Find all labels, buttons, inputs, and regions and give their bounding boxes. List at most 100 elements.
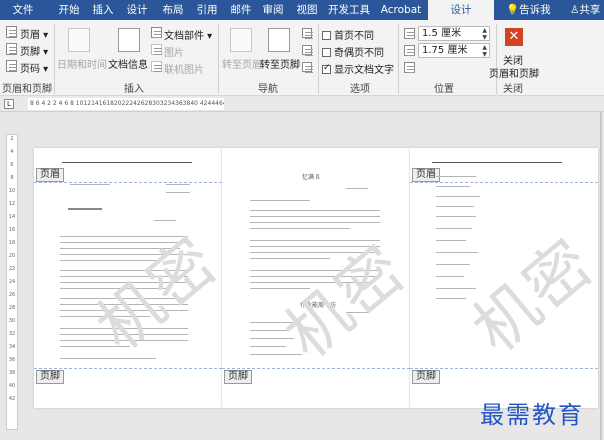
- text-line: [166, 184, 190, 185]
- tab-acrobat[interactable]: Acrobat: [378, 0, 424, 20]
- page-number-button-label: 页码: [20, 64, 40, 75]
- show-document-text-option[interactable]: 显示文档文字: [322, 61, 394, 76]
- tab-layout[interactable]: 布局: [158, 0, 188, 20]
- ruler-row: L 8 6 4 2 2 4 6 8 1012141618202224262830…: [0, 96, 604, 112]
- vertical-ruler-mark: 24: [8, 279, 16, 285]
- tab-insert[interactable]: 插入: [88, 0, 118, 20]
- share-button[interactable]: ♙共享: [570, 0, 600, 20]
- group-label-close: 关闭: [503, 84, 523, 95]
- text-line: [166, 192, 190, 193]
- page-number-button[interactable]: 页码 ▾: [20, 60, 48, 75]
- tab-review[interactable]: 审阅: [258, 0, 288, 20]
- different-first-page-option[interactable]: 首页不同: [322, 27, 374, 42]
- header-position-value: 1.5 厘米: [422, 28, 462, 39]
- document-parts-button[interactable]: 文档部件 ▾: [164, 27, 212, 42]
- footer-tag: 页脚: [224, 370, 252, 384]
- tell-me-search[interactable]: 💡告诉我: [506, 0, 551, 20]
- spinner-arrows-icon[interactable]: ▲ ▼: [482, 44, 487, 58]
- text-line: [346, 188, 368, 189]
- ribbon-tab-bar: 文件 开始 插入 设计 布局 引用 邮件 审阅 视图 开发工具 Acrobat …: [0, 0, 604, 20]
- header-tag: 页眉: [36, 168, 64, 182]
- vertical-ruler-mark: 42: [8, 396, 16, 402]
- header-rule: [432, 162, 562, 163]
- vertical-ruler-mark: 16: [8, 227, 16, 233]
- different-odd-even-label: 奇偶页不同: [334, 48, 384, 59]
- tab-references[interactable]: 引用: [192, 0, 222, 20]
- text-line: [436, 186, 470, 187]
- vertical-ruler-mark: 26: [8, 292, 16, 298]
- tab-developer[interactable]: 开发工具: [326, 0, 372, 20]
- footer-position-field[interactable]: 1.75 厘米 ▲ ▼: [418, 43, 490, 58]
- footer-bottom-position-icon: [404, 45, 415, 56]
- checkbox-checked[interactable]: [322, 63, 331, 74]
- next-section-icon[interactable]: [302, 45, 313, 55]
- document-info-button[interactable]: 文档信息: [108, 56, 148, 71]
- text-line: [436, 264, 470, 265]
- date-time-button[interactable]: 日期和时间: [57, 56, 107, 71]
- header-button[interactable]: 页眉 ▾: [20, 26, 48, 41]
- text-line: [68, 208, 102, 210]
- brand-logo-text: 最需教育: [480, 401, 584, 429]
- document-info-icon: [118, 28, 140, 52]
- link-to-previous-icon[interactable]: [302, 62, 313, 72]
- online-picture-button[interactable]: 联机图片: [164, 61, 204, 76]
- spinner-arrows-icon[interactable]: ▲ ▼: [482, 27, 487, 41]
- footer-boundary: [410, 368, 598, 369]
- scrollbar-track[interactable]: [600, 112, 602, 440]
- vertical-ruler-mark: 28: [8, 305, 16, 311]
- close-icon[interactable]: ✕: [505, 28, 523, 46]
- page-3[interactable]: 页眉 机密 页脚: [410, 148, 598, 408]
- insert-alignment-tab-icon[interactable]: [404, 62, 415, 73]
- tab-design[interactable]: 设计: [122, 0, 152, 20]
- picture-button[interactable]: 图片: [164, 44, 184, 59]
- text-line: [436, 206, 474, 207]
- group-divider: [218, 24, 219, 94]
- different-odd-even-option[interactable]: 奇偶页不同: [322, 44, 384, 59]
- page-title: 忆满 ß: [302, 174, 320, 181]
- vertical-ruler-mark: 10: [8, 188, 16, 194]
- goto-header-button[interactable]: 转至页眉: [222, 56, 262, 71]
- tab-header-footer-design[interactable]: 设计: [428, 0, 494, 20]
- header-boundary: [410, 182, 598, 183]
- checkbox-unchecked[interactable]: [322, 48, 331, 57]
- text-line: [70, 184, 110, 185]
- header-icon: [6, 26, 17, 38]
- footer-boundary: [34, 368, 222, 369]
- tab-mailings[interactable]: 邮件: [226, 0, 256, 20]
- previous-section-icon[interactable]: [302, 28, 313, 38]
- group-label-navigation: 导航: [258, 84, 278, 95]
- group-divider: [398, 24, 399, 94]
- goto-footer-button[interactable]: 转至页脚: [260, 56, 300, 71]
- vertical-ruler-mark: 12: [8, 201, 16, 207]
- tab-selector[interactable]: L: [4, 99, 14, 109]
- text-line: [250, 338, 294, 339]
- vertical-ruler-mark: 38: [8, 370, 16, 376]
- group-label-header-footer: 页眉和页脚: [2, 84, 52, 95]
- tab-file[interactable]: 文件: [8, 0, 38, 20]
- tell-me-label: 告诉我: [519, 4, 551, 16]
- person-icon: ♙: [570, 4, 580, 16]
- document-parts-icon: [151, 27, 162, 38]
- header-position-field[interactable]: 1.5 厘米 ▲ ▼: [418, 26, 490, 41]
- goto-header-icon: [230, 28, 252, 52]
- ribbon: 页眉 ▾ 页脚 ▾ 页码 ▾ 页眉和页脚 日期和时间 文档信息 文档部件 ▾ 图…: [0, 20, 604, 96]
- text-line: [250, 346, 286, 347]
- text-line: [436, 228, 472, 229]
- vertical-ruler-mark: 2: [10, 136, 14, 142]
- checkbox-unchecked[interactable]: [322, 31, 331, 40]
- page-1[interactable]: 页眉 机密 页脚: [34, 148, 222, 408]
- text-line: [436, 252, 478, 253]
- horizontal-ruler[interactable]: 8 6 4 2 2 4 6 8 101214161820222426283032…: [28, 98, 224, 110]
- tab-view[interactable]: 视图: [292, 0, 322, 20]
- page-2[interactable]: 忆满 ß 作业能周一访 机密 页脚: [222, 148, 410, 408]
- footer-icon: [6, 43, 17, 55]
- tab-home[interactable]: 开始: [54, 0, 84, 20]
- footer-button[interactable]: 页脚 ▾: [20, 43, 48, 58]
- document-area[interactable]: 2 4 6 8 10 12 14 16 18 20 22 24 26 28 30 32 34 36 38 40 42 页…: [0, 112, 604, 440]
- text-line: [250, 200, 310, 201]
- vertical-ruler-mark: 22: [8, 266, 16, 272]
- vertical-ruler-mark: 4: [10, 149, 14, 155]
- vertical-ruler[interactable]: 2 4 6 8 10 12 14 16 18 20 22 24 26 28 30 32 34 36 38 40 42: [6, 134, 18, 430]
- header-button-label: 页眉: [20, 30, 40, 41]
- text-line: [250, 228, 350, 229]
